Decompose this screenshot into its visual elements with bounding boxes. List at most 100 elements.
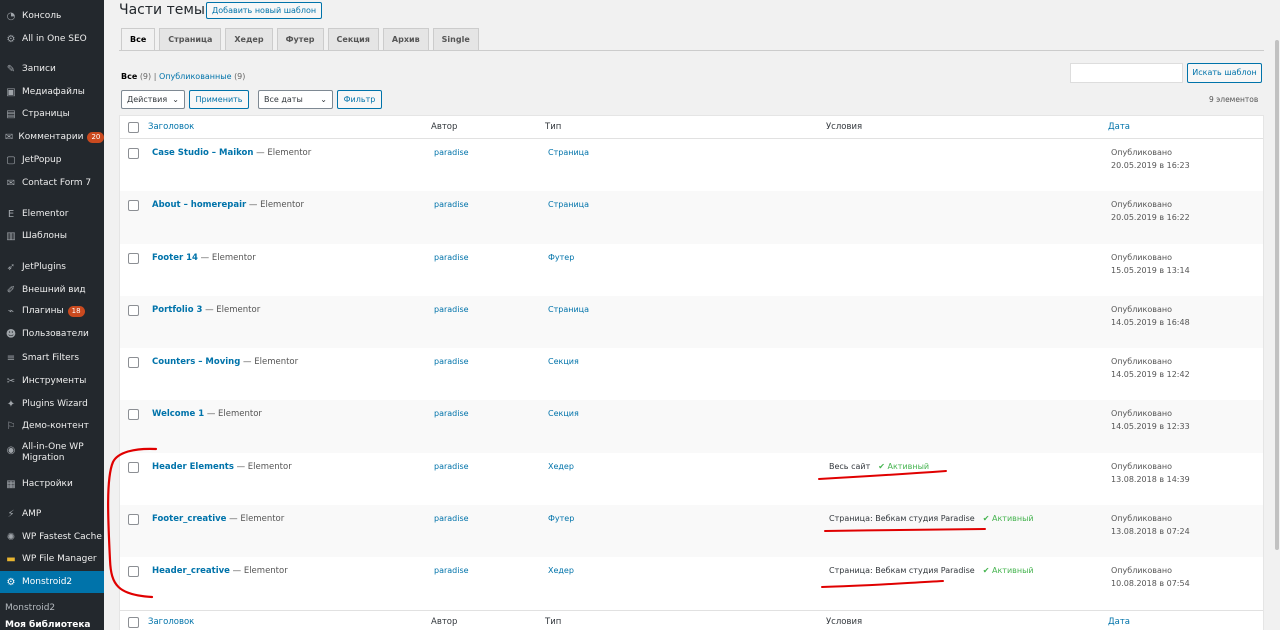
sidebar-item-4[interactable]: ▤ Страницы — [0, 103, 104, 125]
row-date-status: Опубликовано — [1111, 304, 1172, 314]
sidebar-item-9[interactable]: ▥ Шаблоны — [0, 225, 104, 247]
filter-button[interactable]: Фильтр — [337, 90, 382, 109]
sidebar-item-19[interactable]: ▦ Настройки — [0, 473, 104, 495]
submenu-my-library[interactable]: Моя библиотека — [5, 620, 91, 630]
row-title-link[interactable]: About – homerepair — [152, 200, 246, 210]
row-type-link[interactable]: Страница — [548, 200, 589, 209]
sidebar-item-label: Внешний вид — [22, 284, 86, 295]
row-author-link[interactable]: paradise — [434, 357, 469, 366]
row-type-link[interactable]: Страница — [548, 148, 589, 157]
row-checkbox[interactable] — [128, 252, 139, 264]
row-checkbox[interactable] — [128, 461, 139, 473]
row-title-link[interactable]: Footer_creative — [152, 514, 226, 524]
row-title-cell: Counters – Moving — Elementor — [152, 357, 298, 367]
tab-section[interactable]: Секция — [327, 28, 379, 50]
row-author-link[interactable]: paradise — [434, 148, 469, 157]
row-title-link[interactable]: Header Elements — [152, 462, 234, 472]
row-active-status: ✔ Активный — [878, 461, 930, 471]
sidebar-item-1[interactable]: ⚙ All in One SEO — [0, 28, 104, 50]
sidebar-item-3[interactable]: ▣ Медиафайлы — [0, 81, 104, 103]
row-type-link[interactable]: Секция — [548, 409, 579, 418]
row-checkbox[interactable] — [128, 200, 139, 212]
select-all-checkbox[interactable] — [128, 122, 139, 133]
sidebar-item-16[interactable]: ✦ Plugins Wizard — [0, 393, 104, 415]
sidebar-item-5[interactable]: ✉ Комментарии 20 — [0, 126, 105, 148]
row-author-link[interactable]: paradise — [434, 305, 469, 314]
row-title-link[interactable]: Portfolio 3 — [152, 305, 202, 315]
column-date[interactable]: Дата — [1108, 617, 1130, 627]
sidebar-item-10[interactable]: ➶ JetPlugins — [0, 256, 104, 278]
row-title-link[interactable]: Welcome 1 — [152, 409, 204, 419]
scrollbar-thumb[interactable] — [1275, 40, 1279, 550]
row-title-link[interactable]: Counters – Moving — [152, 357, 240, 367]
sidebar-item-0[interactable]: ◔ Консоль — [0, 5, 104, 27]
row-author-link[interactable]: paradise — [434, 253, 469, 262]
row-author-link[interactable]: paradise — [434, 566, 469, 575]
submenu-monstroid2[interactable]: Monstroid2 — [5, 603, 55, 613]
row-type-link[interactable]: Хедер — [548, 566, 574, 575]
column-title[interactable]: Заголовок — [148, 617, 194, 627]
column-title[interactable]: Заголовок — [148, 122, 194, 132]
sidebar-item-15[interactable]: ✂ Инструменты — [0, 370, 104, 392]
row-date-value: 10.08.2018 в 07:54 — [1111, 579, 1190, 589]
sidebar-item-6[interactable]: ▢ JetPopup — [0, 149, 104, 171]
row-type-link[interactable]: Хедер — [548, 462, 574, 471]
sidebar-item-21[interactable]: ✺ WP Fastest Cache — [0, 526, 104, 548]
sidebar-item-18[interactable]: ◉ All-in-One WP Migration — [0, 442, 104, 470]
row-checkbox[interactable] — [128, 304, 139, 316]
search-input[interactable] — [1070, 63, 1183, 83]
table-footer: Заголовок Автор Тип Условия Дата — [120, 609, 1263, 630]
tab-header[interactable]: Хедер — [225, 28, 273, 50]
apply-button[interactable]: Применить — [189, 90, 249, 109]
row-checkbox[interactable] — [128, 409, 139, 421]
row-checkbox[interactable] — [128, 357, 139, 369]
sidebar-item-label: WP Fastest Cache — [22, 531, 102, 542]
wizard-icon: ✦ — [6, 398, 16, 410]
tab-page[interactable]: Страница — [159, 28, 222, 50]
bulk-actions-select[interactable]: Действия ⌄ — [121, 90, 185, 109]
row-author-link[interactable]: paradise — [434, 462, 469, 471]
sidebar-item-23[interactable]: ⚙ Monstroid2 — [0, 571, 104, 593]
view-published[interactable]: Опубликованные — [159, 72, 232, 81]
row-title-link[interactable]: Header_creative — [152, 566, 230, 576]
row-condition: Весь сайт — [829, 461, 871, 471]
sidebar-item-22[interactable]: ▬ WP File Manager — [0, 548, 104, 570]
vertical-scrollbar[interactable] — [1274, 0, 1280, 630]
row-type-link[interactable]: Секция — [548, 357, 579, 366]
row-author-link[interactable]: paradise — [434, 514, 469, 523]
column-date[interactable]: Дата — [1108, 122, 1130, 132]
tab-footer[interactable]: Футер — [276, 28, 324, 50]
add-new-template-button[interactable]: Добавить новый шаблон — [206, 2, 323, 19]
sidebar-item-11[interactable]: ✐ Внешний вид — [0, 279, 104, 301]
row-title-link[interactable]: Case Studio – Maikon — [152, 148, 253, 158]
sidebar-item-7[interactable]: ✉ Contact Form 7 — [0, 172, 104, 194]
sidebar-item-17[interactable]: ⚐ Демо-контент — [0, 415, 104, 437]
sidebar-item-label: Smart Filters — [22, 352, 80, 363]
row-type-link[interactable]: Футер — [548, 253, 574, 262]
row-type-link[interactable]: Страница — [548, 305, 589, 314]
row-title-link[interactable]: Footer 14 — [152, 253, 198, 263]
row-author-link[interactable]: paradise — [434, 200, 469, 209]
brush-icon: ✐ — [6, 284, 16, 296]
row-checkbox[interactable] — [128, 148, 139, 159]
table-row: About – homerepair — Elementor paradise Ст… — [120, 191, 1263, 244]
search-button[interactable]: Искать шаблон — [1187, 63, 1262, 83]
sidebar-item-12[interactable]: ⌁ Плагины 18 — [0, 300, 104, 322]
sidebar-item-8[interactable]: E Elementor — [0, 203, 104, 225]
tab-archive[interactable]: Архив — [382, 28, 429, 50]
sidebar-item-13[interactable]: ☻ Пользователи — [0, 323, 104, 345]
demo-icon: ⚐ — [6, 420, 16, 432]
sidebar-item-20[interactable]: ⚡ AMP — [0, 503, 104, 525]
row-checkbox[interactable] — [128, 566, 139, 578]
tab-single[interactable]: Single — [432, 28, 479, 50]
row-checkbox[interactable] — [128, 514, 139, 526]
row-type-link[interactable]: Футер — [548, 514, 574, 523]
row-author-link[interactable]: paradise — [434, 409, 469, 418]
tab-all[interactable]: Все — [121, 28, 156, 51]
sidebar-item-2[interactable]: ✎ Записи — [0, 58, 104, 80]
sidebar-item-14[interactable]: ≡ Smart Filters — [0, 347, 104, 369]
date-filter-select[interactable]: Все даты ⌄ — [258, 90, 333, 109]
row-title-cell: Welcome 1 — Elementor — [152, 409, 262, 419]
view-all[interactable]: Все — [121, 72, 137, 81]
select-all-checkbox[interactable] — [128, 616, 139, 628]
